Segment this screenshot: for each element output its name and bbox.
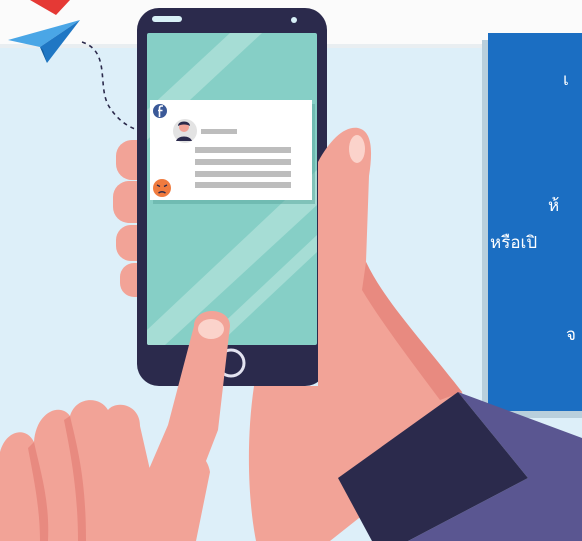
phone-camera	[291, 17, 297, 23]
info-panel: เ ห้ หรือเปิ จ	[482, 33, 582, 418]
panel-line-4: จ	[566, 325, 576, 345]
phone-speaker	[152, 16, 182, 22]
panel-line-3: หรือเปิ	[490, 233, 537, 253]
panel-line-1: เ	[563, 70, 569, 90]
illustration: เ ห้ หรือเปิ จ	[0, 0, 582, 541]
thumb-nail	[349, 135, 365, 163]
post-text-line	[195, 147, 291, 153]
social-post-card[interactable]	[150, 100, 315, 204]
post-text-line	[195, 159, 291, 165]
user-avatar-icon[interactable]	[173, 119, 197, 143]
index-finger-nail	[198, 319, 224, 339]
facebook-icon	[153, 104, 167, 118]
post-text-line	[195, 171, 291, 177]
panel-line-2: ห้	[548, 196, 559, 216]
post-author-name	[201, 129, 237, 134]
post-text-line	[195, 182, 291, 188]
angry-face-icon[interactable]	[153, 179, 171, 197]
